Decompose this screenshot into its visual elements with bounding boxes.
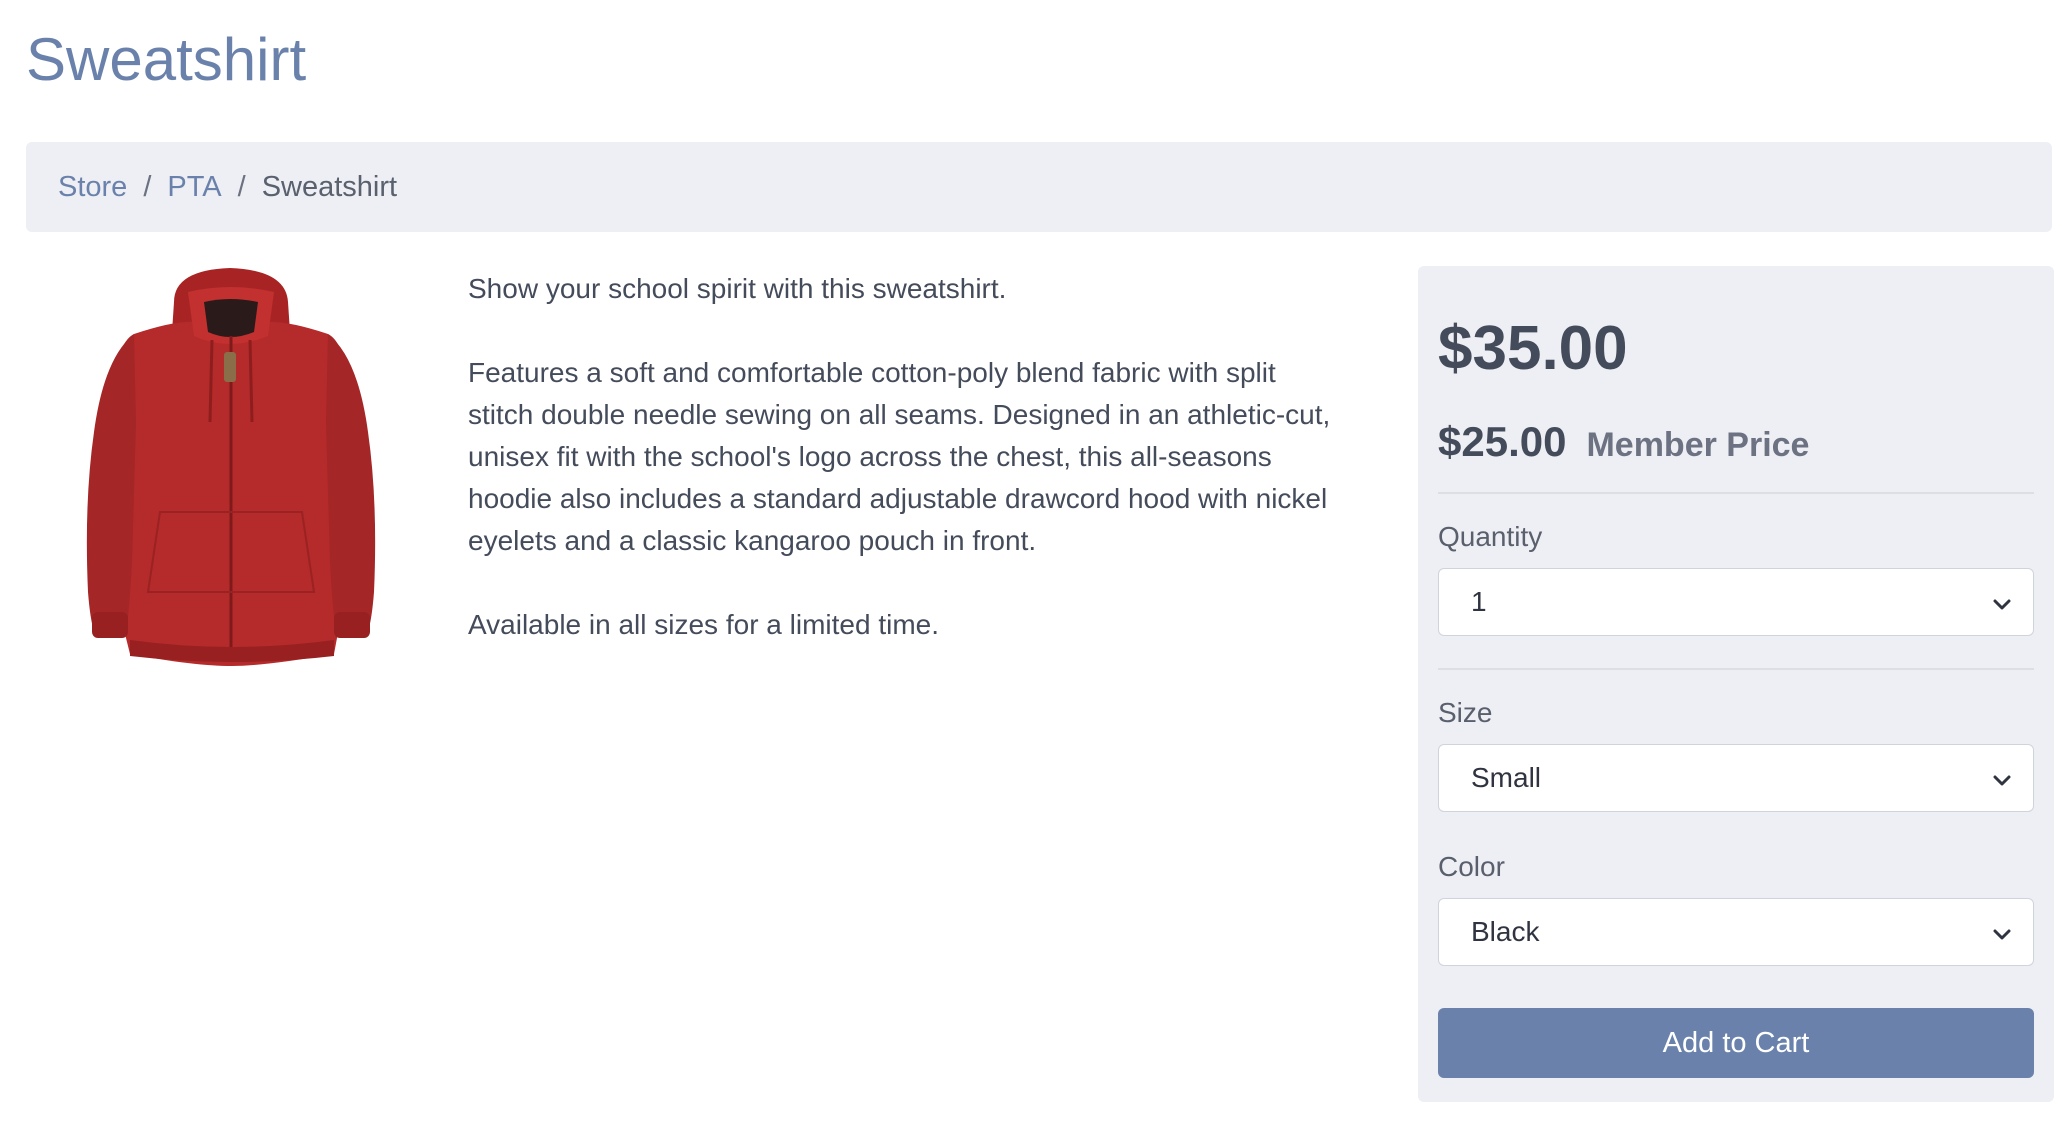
- description-paragraph: Show your school spirit with this sweats…: [468, 273, 1007, 304]
- chevron-down-icon: [1993, 775, 2011, 786]
- divider: [1438, 492, 2034, 494]
- member-price-row: $25.00 Member Price: [1438, 418, 2034, 466]
- breadcrumb: Store / PTA / Sweatshirt: [26, 142, 2052, 232]
- size-label: Size: [1438, 697, 1493, 728]
- breadcrumb-separator: /: [143, 170, 152, 203]
- quantity-label: Quantity: [1438, 521, 1543, 552]
- product-page: Sweatshirt Store / PTA / Sweatshirt Show…: [0, 0, 2072, 1124]
- price: $35.00: [1438, 314, 1628, 383]
- chevron-down-icon: [1993, 599, 2011, 610]
- color-value: Black: [1471, 916, 1540, 947]
- quantity-value: 1: [1471, 586, 1487, 617]
- page-title: Sweatshirt: [26, 26, 307, 93]
- breadcrumb-separator: /: [237, 170, 246, 203]
- description-paragraph: Features a soft and comfortable cotton-p…: [468, 357, 1331, 556]
- size-value: Small: [1471, 762, 1542, 793]
- color-label: Color: [1438, 851, 1505, 882]
- red-hoodie-image: [64, 262, 396, 670]
- size-select[interactable]: Small: [1438, 744, 2034, 812]
- add-to-cart-button[interactable]: Add to Cart: [1438, 1008, 2034, 1078]
- member-price-label: Member Price: [1586, 426, 1810, 464]
- chevron-down-icon: [1993, 929, 2011, 940]
- description-paragraph: Available in all sizes for a limited tim…: [468, 609, 940, 640]
- product-description: Show your school spirit with this sweats…: [468, 268, 1348, 688]
- member-price: $25.00: [1438, 418, 1567, 465]
- divider: [1438, 668, 2034, 670]
- breadcrumb-pta-link[interactable]: PTA: [167, 171, 221, 204]
- quantity-select[interactable]: 1: [1438, 568, 2034, 636]
- color-select[interactable]: Black: [1438, 898, 2034, 966]
- breadcrumb-store-link[interactable]: Store: [58, 171, 127, 204]
- breadcrumb-current: Sweatshirt: [261, 170, 398, 203]
- purchase-panel: $35.00 $25.00 Member Price Quantity 1 Si…: [1418, 266, 2054, 1102]
